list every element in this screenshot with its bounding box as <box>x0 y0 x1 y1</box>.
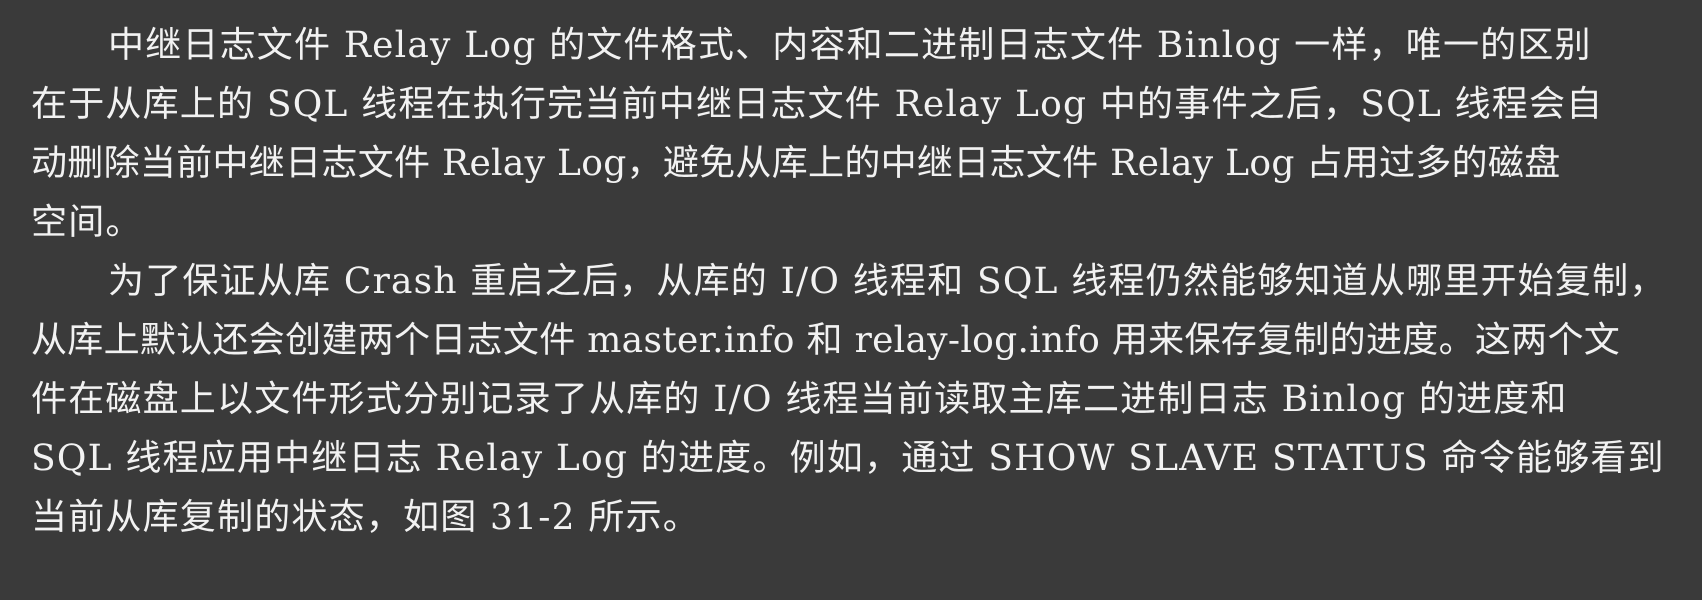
paragraph-1-line-4: 空间。 <box>31 202 143 243</box>
paragraph-1-line-2: 在于从库上的 SQL 线程在执行完当前中继日志文件 Relay Log 中的事件… <box>31 84 1604 125</box>
paragraph-1-line-3: 动删除当前中继日志文件 Relay Log，避免从库上的中继日志文件 Relay… <box>31 143 1561 184</box>
document-page: 中继日志文件 Relay Log 的文件格式、内容和二进制日志文件 Binlog… <box>0 0 1702 600</box>
paragraph-2-line-1: 为了保证从库 Crash 重启之后，从库的 I/O 线程和 SQL 线程仍然能够… <box>108 261 1667 302</box>
paragraph-2-line-5: 当前从库复制的状态，如图 31-2 所示。 <box>31 497 700 538</box>
paragraph-2-line-4: SQL 线程应用中继日志 Relay Log 的进度。例如，通过 SHOW SL… <box>31 438 1665 479</box>
paragraph-2-line-2: 从库上默认还会创建两个日志文件 master.info 和 relay-log.… <box>31 320 1621 361</box>
paragraph-1-line-1: 中继日志文件 Relay Log 的文件格式、内容和二进制日志文件 Binlog… <box>108 25 1592 66</box>
paragraph-2-line-3: 件在磁盘上以文件形式分别记录了从库的 I/O 线程当前读取主库二进制日志 Bin… <box>31 379 1568 420</box>
